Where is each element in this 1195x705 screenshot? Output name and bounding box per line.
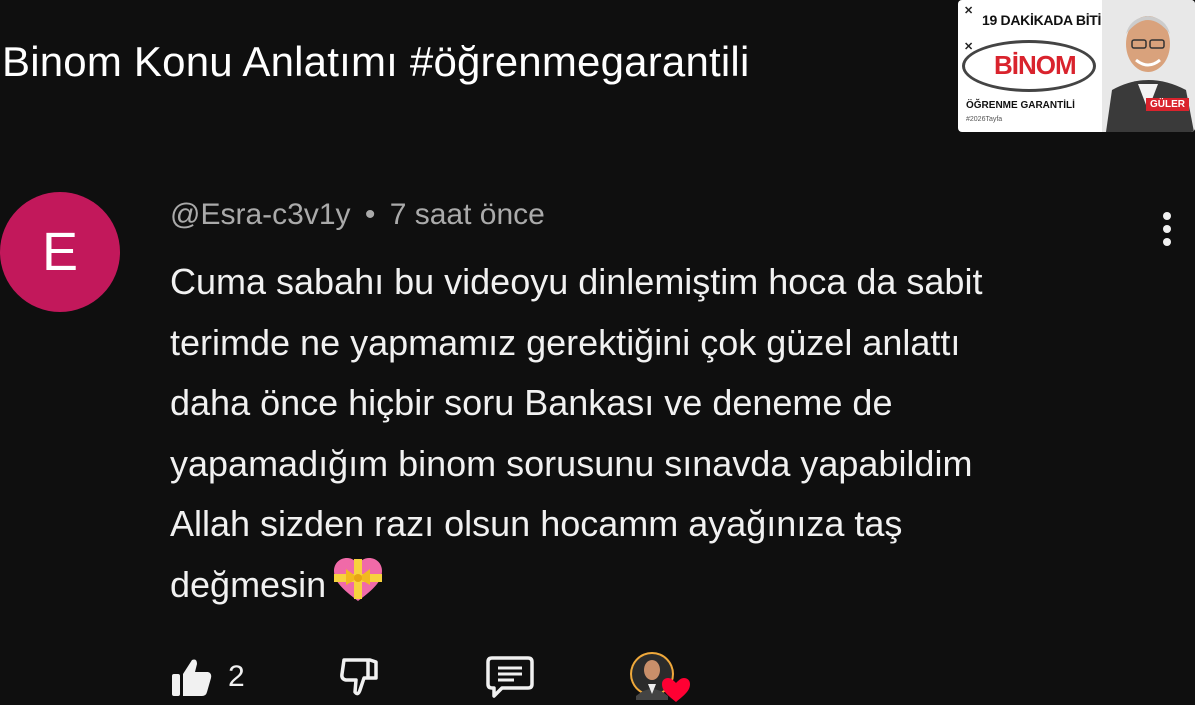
thumbs-up-icon[interactable] xyxy=(170,656,214,700)
more-options-button[interactable] xyxy=(1152,208,1182,250)
video-title[interactable]: Binom Konu Anlatımı #öğrenmegarantili xyxy=(2,38,750,86)
comment-screen: Binom Konu Anlatımı #öğrenmegarantili ✕ … xyxy=(0,0,1195,705)
thumbnail-topic: BİNOM xyxy=(994,50,1077,80)
thumbnail-tag: #2026Tayfa xyxy=(966,116,1003,123)
thumbs-down-icon[interactable] xyxy=(338,654,382,698)
video-thumbnail[interactable]: ✕ ✕ 19 DAKİKADA BİTİR BİNOM ÖĞRENME GARA… xyxy=(958,0,1195,132)
reply-comment-icon[interactable] xyxy=(486,654,534,698)
comment-time: 7 saat önce xyxy=(389,198,545,231)
comment-meta: @Esra-c3v1y • 7 saat önce xyxy=(170,198,545,232)
comment-author[interactable]: @Esra-c3v1y xyxy=(170,198,351,231)
creator-heart-icon[interactable] xyxy=(628,650,692,705)
dot-icon xyxy=(1163,225,1171,233)
comment-line: daha önce hiçbir soru Bankası ve deneme … xyxy=(170,382,893,423)
teacher-photo xyxy=(1102,0,1195,132)
comment-line: değmesin xyxy=(170,563,327,605)
comment-text: Cuma sabahı bu videoyu dinlemiştim hoca … xyxy=(170,252,1160,615)
meta-separator: • xyxy=(364,198,376,231)
thumbnail-headline: 19 DAKİKADA BİTİR xyxy=(982,12,1111,28)
comment-actions: 2 xyxy=(0,650,1195,705)
avatar[interactable]: E xyxy=(0,192,120,312)
like-count: 2 xyxy=(228,660,245,693)
comment-line: yapamadığım binom sorusunu sınavda yapab… xyxy=(170,442,973,484)
comment-last-line: değmesin xyxy=(170,555,1160,616)
thumbnail-slogan: ÖĞRENME GARANTİLİ xyxy=(966,100,1075,111)
comment-line: Allah sizden razı olsun hocamm ayağınıza… xyxy=(170,503,903,544)
dot-icon xyxy=(1163,238,1171,246)
thumbnail-teacher-name: GÜLER xyxy=(1146,98,1189,111)
dot-icon xyxy=(1163,212,1171,220)
comment-line: Cuma sabahı bu videoyu dinlemiştim hoca … xyxy=(170,261,983,302)
avatar-letter: E xyxy=(41,222,79,282)
heart-with-ribbon-icon xyxy=(334,557,383,601)
cross-mark-icon: ✕ xyxy=(964,5,974,17)
comment-line: terimde ne yapmamız gerektiğini çok güze… xyxy=(170,321,961,363)
